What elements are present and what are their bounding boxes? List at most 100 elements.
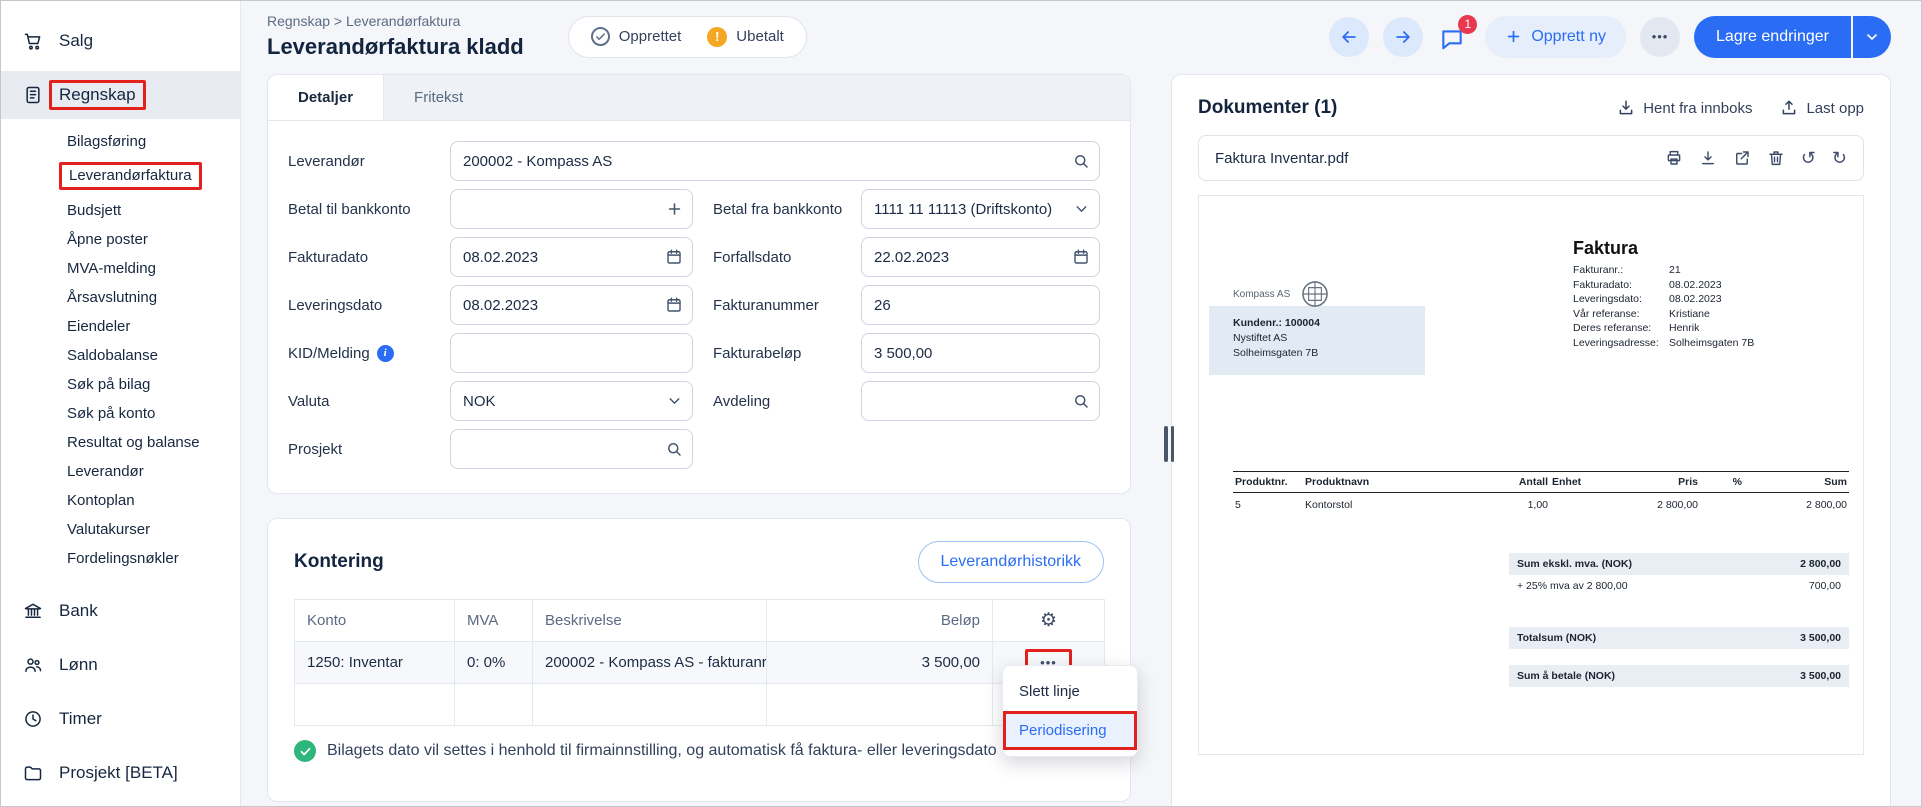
trash-icon[interactable]	[1767, 149, 1785, 167]
sidebar-item-salg[interactable]: Salg	[1, 17, 240, 65]
column-settings[interactable]: ⚙	[992, 599, 1105, 642]
kid-melding-field[interactable]	[450, 333, 693, 373]
download-icon[interactable]	[1699, 149, 1717, 167]
sidebar-item-bank[interactable]: Bank	[1, 587, 240, 635]
menu-item-periodisering[interactable]: Periodisering	[1003, 711, 1137, 750]
cell-konto[interactable]: 1250: Inventar	[294, 641, 455, 684]
sidebar-item-eiendeler[interactable]: Eiendeler	[1, 312, 240, 341]
sidebar-item-mva-melding[interactable]: MVA-melding	[1, 254, 240, 283]
info-icon[interactable]: i	[376, 344, 394, 362]
leverandor-field[interactable]	[450, 141, 1100, 181]
open-external-icon[interactable]	[1733, 149, 1751, 167]
column-belop: Beløp	[766, 599, 993, 642]
save-dropdown-button[interactable]	[1853, 15, 1891, 58]
more-options-button[interactable]: •••	[1640, 16, 1681, 57]
row-actions-menu: Slett linje Periodisering	[1002, 665, 1138, 757]
app-window: Salg Regnskap Bilagsføring Leverandørfak…	[0, 0, 1922, 807]
people-icon	[23, 655, 43, 675]
prosjekt-field[interactable]	[450, 429, 693, 469]
fakturabelop-field[interactable]	[861, 333, 1100, 373]
sidebar-item-timer[interactable]: Timer	[1, 695, 240, 743]
sidebar-item-kontoplan[interactable]: Kontoplan	[1, 486, 240, 515]
save-split-button: Lagre endringer	[1694, 15, 1891, 58]
upload-button[interactable]: Last opp	[1780, 99, 1864, 117]
valuta-select[interactable]: NOK	[450, 381, 693, 421]
sidebar-item-label: Timer	[59, 709, 102, 728]
sidebar-item-lonn[interactable]: Lønn	[1, 641, 240, 689]
save-button[interactable]: Lagre endringer	[1694, 15, 1851, 58]
ledger-icon	[23, 85, 43, 105]
tabbar: Detaljer Fritekst	[268, 75, 1130, 121]
calendar-icon[interactable]	[665, 248, 683, 266]
fakturadato-label: Fakturadato	[288, 248, 369, 266]
sidebar-item-sok-pa-bilag[interactable]: Søk på bilag	[1, 370, 240, 399]
betal-til-bankkonto-field[interactable]	[450, 189, 693, 229]
sidebar-item-saldobalanse[interactable]: Saldobalanse	[1, 341, 240, 370]
sidebar-item-prosjekt[interactable]: Prosjekt [BETA]	[1, 749, 240, 797]
fetch-from-inbox-button[interactable]: Hent fra innboks	[1617, 99, 1752, 117]
search-icon[interactable]	[665, 440, 683, 458]
tab-fritekst[interactable]: Fritekst	[384, 75, 493, 120]
sidebar-item-leverandor[interactable]: Leverandør	[1, 457, 240, 486]
sidebar-item-apne-poster[interactable]: Åpne poster	[1, 225, 240, 254]
bank-icon	[23, 601, 43, 621]
invoice-form: Leverandør Betal til bankkonto	[268, 121, 1130, 493]
sidebar-item-bilagsforing[interactable]: Bilagsføring	[1, 127, 240, 156]
sidebar-item-valutakurser[interactable]: Valutakurser	[1, 515, 240, 544]
more-icon: •••	[1651, 29, 1669, 44]
rotate-left-icon[interactable]: ↺	[1801, 149, 1816, 167]
panel-resize-handle[interactable]	[1164, 426, 1176, 462]
tab-detaljer[interactable]: Detaljer	[268, 75, 385, 120]
fakturanummer-field[interactable]	[861, 285, 1100, 325]
plus-icon[interactable]	[666, 201, 683, 218]
cell-beskrivelse[interactable]: 200002 - Kompass AS - fakturanr...	[532, 641, 767, 684]
gear-icon[interactable]: ⚙	[1040, 609, 1057, 632]
invoice-form-column: Detaljer Fritekst Leverandør 200002 - Ko…	[267, 74, 1138, 806]
content: Detaljer Fritekst Leverandør 200002 - Ko…	[241, 70, 1921, 806]
table-row-empty[interactable]	[294, 683, 1105, 726]
sidebar: Salg Regnskap Bilagsføring Leverandørfak…	[1, 1, 241, 806]
plus-icon	[1508, 30, 1520, 43]
sidebar-item-resultat-og-balanse[interactable]: Resultat og balanse	[1, 428, 240, 457]
cell-mva[interactable]: 0: 0%	[454, 641, 533, 684]
leverandor-label: Leverandør	[288, 152, 365, 170]
sidebar-item-budsjett[interactable]: Budsjett	[1, 196, 240, 225]
chat-button[interactable]: 1	[1437, 14, 1478, 52]
calendar-icon[interactable]	[1072, 248, 1090, 266]
cart-icon	[23, 31, 43, 51]
betal-fra-bankkonto-select[interactable]: 1111 11 11113 (Driftskonto)	[861, 189, 1100, 229]
rotate-right-icon[interactable]: ↻	[1832, 149, 1847, 167]
forfallsdato-field[interactable]	[861, 237, 1100, 277]
column-beskrivelse: Beskrivelse	[532, 599, 767, 642]
print-icon[interactable]	[1665, 149, 1683, 167]
sidebar-item-label: Lønn	[59, 655, 98, 674]
sidebar-item-arsavslutning[interactable]: Årsavslutning	[1, 283, 240, 312]
document-file-row[interactable]: Faktura Inventar.pdf ↺ ↻	[1198, 135, 1864, 181]
sidebar-item-leverandorfaktura[interactable]: Leverandørfaktura	[1, 156, 240, 196]
forward-button[interactable]	[1383, 16, 1424, 57]
avdeling-field[interactable]	[861, 381, 1100, 421]
cell-belop[interactable]: 3 500,00	[766, 641, 993, 684]
sidebar-item-fordelingsnokler[interactable]: Fordelingsnøkler	[1, 544, 240, 573]
download-tray-icon	[1619, 100, 1633, 115]
calendar-icon[interactable]	[665, 296, 683, 314]
leveringsdato-field[interactable]	[450, 285, 693, 325]
table-header-row: Konto MVA Beskrivelse Beløp ⚙	[294, 599, 1105, 642]
chevron-down-icon	[1073, 201, 1090, 218]
menu-item-slett-linje[interactable]: Slett linje	[1003, 672, 1137, 711]
fakturabelop-label: Fakturabeløp	[713, 344, 802, 362]
back-button[interactable]	[1329, 16, 1370, 57]
sidebar-item-sok-pa-konto[interactable]: Søk på konto	[1, 399, 240, 428]
main-area: Regnskap > Leverandørfaktura Leverandørf…	[241, 1, 1921, 806]
breadcrumb[interactable]: Regnskap > Leverandørfaktura	[267, 13, 524, 29]
search-icon[interactable]	[1072, 152, 1090, 170]
kontering-card: Kontering Leverandørhistorikk Konto MVA …	[267, 518, 1138, 802]
fakturadato-field[interactable]	[450, 237, 693, 277]
prosjekt-label: Prosjekt	[288, 440, 343, 458]
leverandorhistorikk-button[interactable]: Leverandørhistorikk	[917, 541, 1104, 583]
sidebar-item-regnskap[interactable]: Regnskap	[1, 71, 240, 119]
search-icon[interactable]	[1072, 392, 1090, 410]
invoice-line-table: Produktnr. Produktnavn Antall Enhet Pris…	[1233, 471, 1849, 517]
pdf-preview[interactable]: Kompass AS Faktura Fakturanr.: 21 Faktura…	[1198, 195, 1864, 755]
create-new-button[interactable]: Opprett ny	[1485, 15, 1627, 58]
